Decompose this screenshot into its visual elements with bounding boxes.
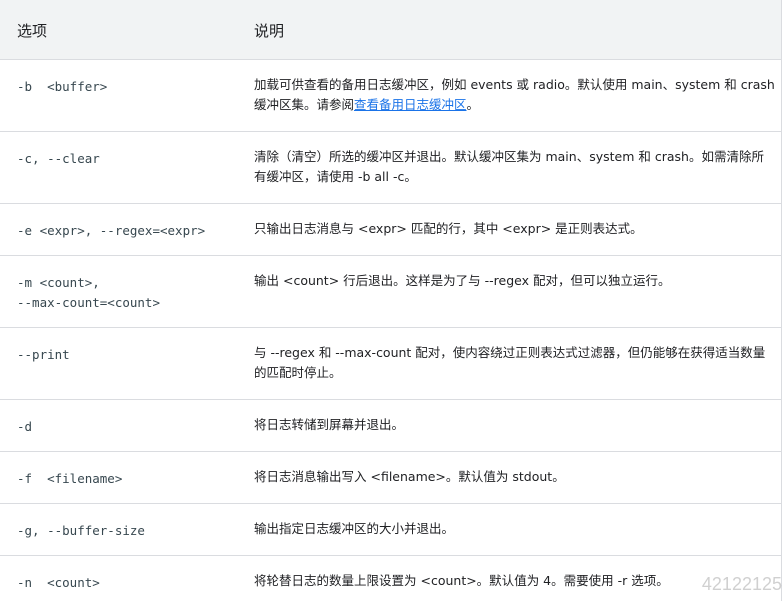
description-cell: 与 --regex 和 --max-count 配对，使内容绕过正则表达式过滤器…: [254, 345, 766, 380]
table-row: -f <filename> 将日志消息输出写入 <filename>。默认值为 …: [0, 452, 781, 504]
option-cell: --print: [17, 347, 70, 362]
table-row: -g, --buffer-size 输出指定日志缓冲区的大小并退出。: [0, 504, 781, 556]
description-cell: 只输出日志消息与 <expr> 匹配的行，其中 <expr> 是正则表达式。: [254, 221, 643, 236]
table-row: --print 与 --regex 和 --max-count 配对，使内容绕过…: [0, 328, 781, 400]
table-row: -n <count> 将轮替日志的数量上限设置为 <count>。默认值为 4。…: [0, 556, 781, 601]
option-cell: -c, --clear: [17, 151, 100, 166]
option-cell: -d: [17, 419, 33, 434]
description-text: 加载可供查看的备用日志缓冲区，例如 events 或 radio。默认使用 ma…: [254, 77, 775, 112]
option-cell: -g, --buffer-size: [17, 523, 145, 538]
header-option: 选项: [17, 22, 48, 40]
description-cell: 将日志转储到屏幕并退出。: [254, 417, 405, 432]
table-header: 选项 说明: [0, 0, 781, 60]
description-cell: 将日志消息输出写入 <filename>。默认值为 stdout。: [254, 469, 565, 484]
option-cell: -m <count>, --max-count=<count>: [17, 275, 160, 310]
table-row: -m <count>, --max-count=<count> 输出 <coun…: [0, 256, 781, 328]
table-row: -c, --clear 清除（清空）所选的缓冲区并退出。默认缓冲区集为 main…: [0, 132, 781, 204]
description-cell: 输出指定日志缓冲区的大小并退出。: [254, 521, 455, 536]
description-text-end: 。: [466, 97, 480, 112]
options-table: 选项 说明 -b <buffer> 加载可供查看的备用日志缓冲区，例如 even…: [0, 0, 782, 601]
description-cell: 将轮替日志的数量上限设置为 <count>。默认值为 4。需要使用 -r 选项。: [254, 573, 669, 588]
table-row: -e <expr>, --regex=<expr> 只输出日志消息与 <expr…: [0, 204, 781, 256]
description-cell: 加载可供查看的备用日志缓冲区，例如 events 或 radio。默认使用 ma…: [254, 75, 776, 115]
option-cell: -n <count>: [17, 575, 100, 590]
description-cell: 清除（清空）所选的缓冲区并退出。默认缓冲区集为 main、system 和 cr…: [254, 149, 764, 184]
alt-buffer-link[interactable]: 查看备用日志缓冲区: [354, 97, 467, 112]
option-cell: -f <filename>: [17, 471, 123, 486]
table-row: -b <buffer> 加载可供查看的备用日志缓冲区，例如 events 或 r…: [0, 60, 781, 132]
table-row: -d 将日志转储到屏幕并退出。: [0, 400, 781, 452]
option-cell: -b <buffer>: [17, 79, 108, 94]
option-cell: -e <expr>, --regex=<expr>: [17, 223, 206, 238]
header-description: 说明: [254, 22, 285, 40]
description-cell: 输出 <count> 行后退出。这样是为了与 --regex 配对，但可以独立运…: [254, 273, 671, 288]
